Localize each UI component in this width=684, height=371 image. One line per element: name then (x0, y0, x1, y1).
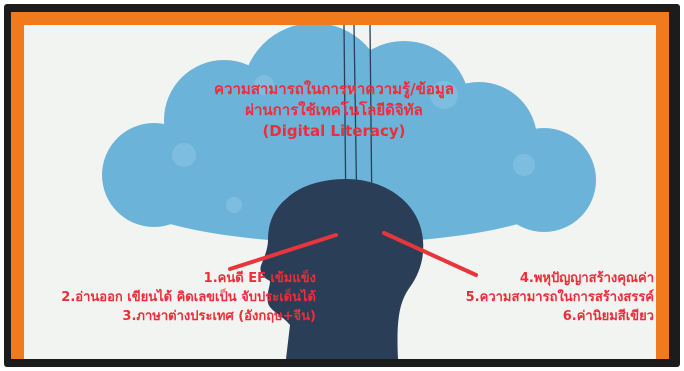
list-item: 5.ความสามารถในการสร้างสรรค์ (465, 290, 654, 305)
list-item: 4.พหุปัญญาสร้างคุณค่า (519, 271, 654, 286)
left-list: 1.คนดี EF เข้มแข็ง 2.อ่านออก เขียนได้ คิ… (61, 269, 316, 326)
list-item: 2.อ่านออก เขียนได้ คิดเลขเป็น จับประเด็น… (61, 290, 316, 305)
list-item: 6.ค่านิยมสีเขียว (562, 309, 654, 324)
slide-title: ความสามารถในการหาความรู้/ข้อมูล ผ่านการใ… (154, 79, 514, 142)
title-line-2: ผ่านการใช้เทคโนโลยีดิจิทัล (245, 101, 423, 119)
slide-canvas: ความสามารถในการหาความรู้/ข้อมูล ผ่านการใ… (24, 25, 656, 359)
screen-frame: ความสามารถในการหาความรู้/ข้อมูล ผ่านการใ… (4, 4, 680, 367)
list-item: 3.ภาษาต่างประเทศ (อังกฤษ+จีน) (122, 309, 316, 324)
slide: ความสามารถในการหาความรู้/ข้อมูล ผ่านการใ… (11, 12, 669, 359)
list-item: 1.คนดี EF เข้มแข็ง (203, 271, 316, 286)
right-list: 4.พหุปัญญาสร้างคุณค่า 5.ความสามารถในการส… (426, 269, 654, 326)
title-line-1: ความสามารถในการหาความรู้/ข้อมูล (214, 80, 454, 98)
title-line-3: (Digital Literacy) (262, 122, 406, 140)
